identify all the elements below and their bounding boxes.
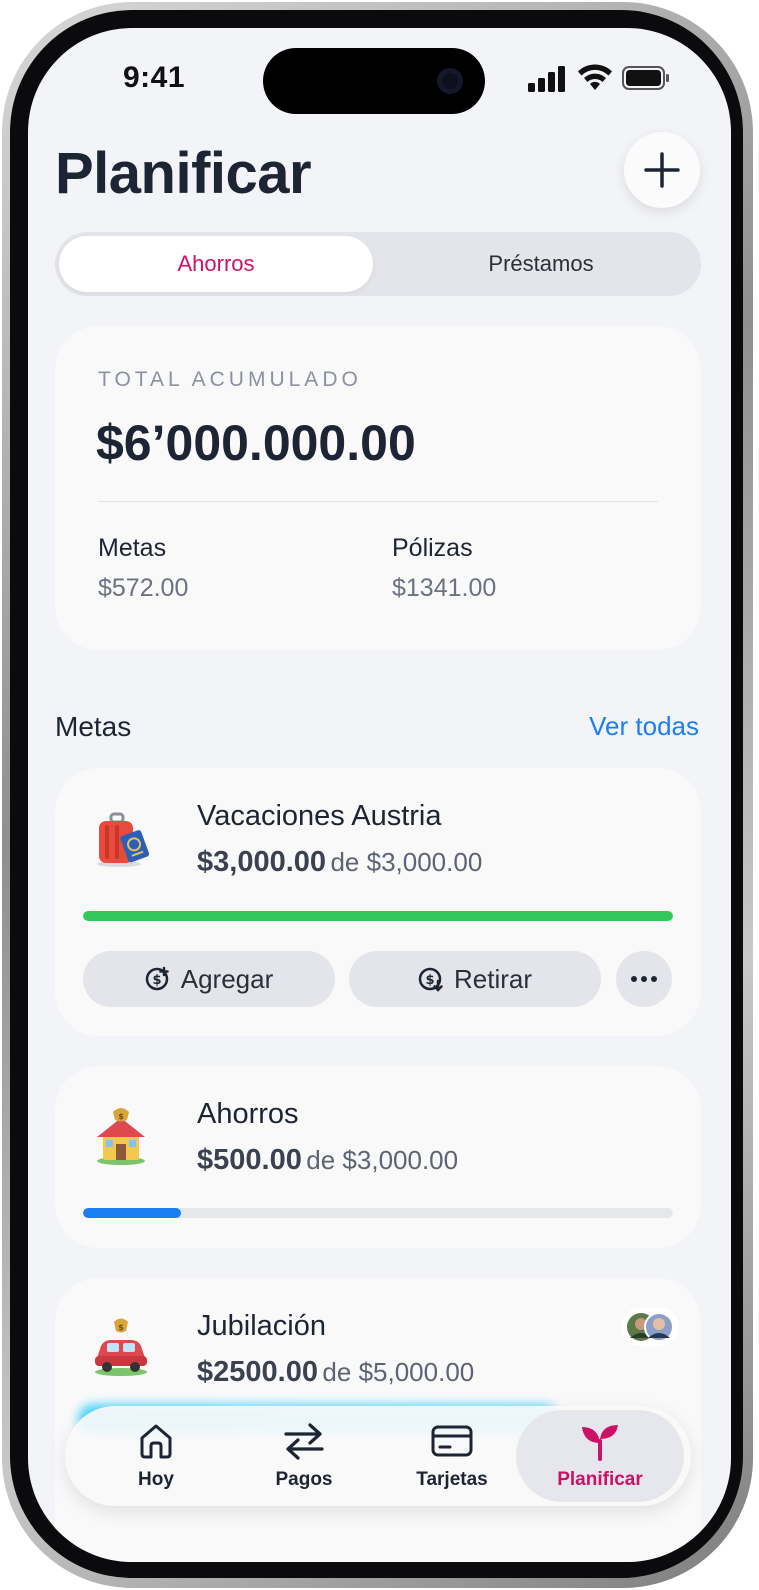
luggage-passport-icon [97, 812, 150, 867]
goal-name: Ahorros [197, 1098, 299, 1130]
cellular-signal-icon [528, 66, 565, 92]
coin-add-icon: $ [145, 966, 169, 991]
goal-progress-bar [83, 911, 673, 921]
svg-text:$: $ [152, 973, 161, 988]
shared-members-avatars[interactable] [621, 1308, 679, 1346]
goal-amounts: $500.00 de $3,000.00 [197, 1144, 458, 1177]
screen: 9:41 Planificar Ahorros Préstamos TOTAL … [28, 28, 731, 1562]
goal-card[interactable]: $ Ahorros $500.00 de $3,000.00 [55, 1066, 701, 1248]
goal-amounts: $2500.00 de $5,000.00 [197, 1356, 474, 1389]
withdraw-label: Retirar [453, 963, 532, 994]
add-funds-button[interactable]: $ Agregar [83, 951, 335, 1007]
goal-card[interactable]: Vacaciones Austria $3,000.00 de $3,000.0… [55, 768, 701, 1036]
goal-current-amount: $500.00 [197, 1144, 302, 1176]
add-funds-label: Agregar [180, 963, 274, 994]
tab-pagos[interactable]: Pagos [229, 1406, 379, 1506]
total-value: $6’000.000.00 [96, 415, 416, 471]
goal-amounts: $3,000.00 de $3,000.00 [197, 846, 482, 879]
plus-icon [644, 152, 680, 188]
coin-withdraw-icon: $ [418, 967, 443, 992]
tab-label: Tarjetas [416, 1469, 488, 1490]
card-icon [431, 1425, 473, 1457]
tab-label: Pagos [275, 1469, 333, 1490]
goal-name: Vacaciones Austria [197, 800, 442, 832]
polizas-label: Pólizas [392, 534, 473, 562]
total-label: TOTAL ACUMULADO [98, 368, 362, 391]
metas-value: $572.00 [98, 574, 189, 602]
savings-loans-segmented-control: Ahorros Préstamos [55, 232, 701, 296]
goals-section-title: Metas [55, 711, 132, 742]
goal-current-amount: $3,000.00 [197, 846, 327, 878]
tab-label: Hoy [138, 1469, 174, 1490]
goal-name: Jubilación [197, 1310, 326, 1342]
metas-label: Metas [98, 534, 167, 562]
svg-text:$: $ [425, 973, 434, 988]
total-summary-card: TOTAL ACUMULADO $6’000.000.00 Metas $572… [55, 326, 701, 650]
page-title: Planificar [55, 141, 312, 206]
home-icon [140, 1424, 172, 1459]
polizas-value: $1341.00 [392, 574, 497, 602]
transfer-arrows-icon [284, 1423, 324, 1460]
withdraw-button[interactable]: $ Retirar [349, 951, 601, 1007]
divider [98, 501, 658, 502]
add-button[interactable] [624, 132, 700, 208]
tab-hoy[interactable]: Hoy [81, 1406, 231, 1506]
svg-text:$: $ [118, 1112, 124, 1121]
dynamic-island [263, 48, 485, 114]
goal-target-amount: de $5,000.00 [322, 1357, 475, 1387]
status-time: 9:41 [123, 61, 186, 94]
tab-prestamos[interactable]: Préstamos [385, 236, 697, 292]
bottom-tab-bar: Hoy Pagos Tarjetas Planificar [65, 1406, 691, 1506]
tab-tarjetas[interactable]: Tarjetas [377, 1406, 527, 1506]
camera-icon [437, 68, 463, 94]
battery-icon [622, 66, 669, 90]
tab-ahorros[interactable]: Ahorros [59, 236, 373, 292]
phone-frame: 9:41 Planificar Ahorros Préstamos TOTAL … [0, 0, 759, 1590]
see-all-link[interactable]: Ver todas [589, 711, 699, 742]
house-money-icon: $ [97, 1108, 145, 1165]
goal-progress-fill [83, 911, 673, 921]
ellipsis-icon [631, 976, 657, 982]
sprout-icon [582, 1425, 618, 1461]
wifi-icon [578, 64, 612, 90]
more-options-button[interactable] [616, 951, 672, 1007]
svg-text:$: $ [118, 1323, 124, 1332]
goal-target-amount: de $3,000.00 [330, 847, 483, 877]
tab-label: Planificar [557, 1469, 643, 1490]
goal-target-amount: de $3,000.00 [306, 1145, 459, 1175]
goal-current-amount: $2500.00 [197, 1356, 318, 1388]
tab-planificar[interactable]: Planificar [516, 1410, 684, 1502]
car-money-icon: $ [95, 1318, 147, 1376]
goal-progress-bar [83, 1208, 673, 1218]
goal-progress-fill [83, 1208, 182, 1218]
